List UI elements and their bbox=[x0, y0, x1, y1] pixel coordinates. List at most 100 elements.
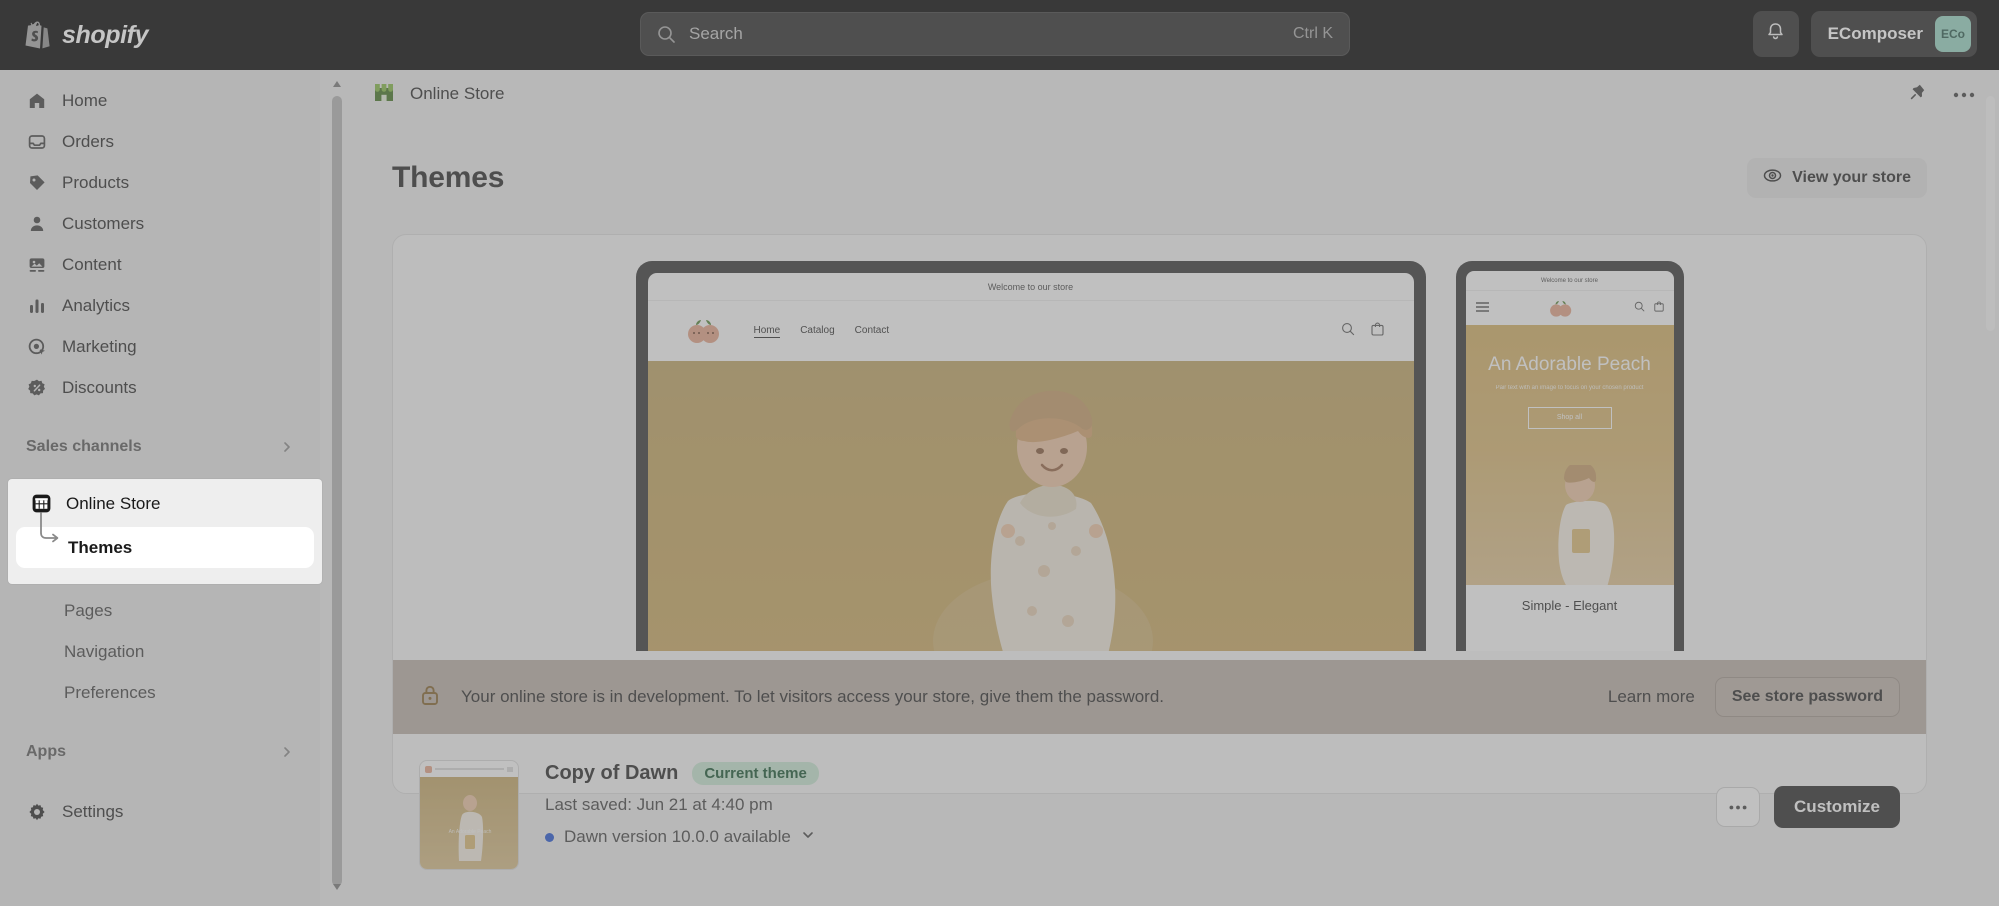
theme-row: An Adorable Peach Copy of Dawn Current t… bbox=[419, 760, 1900, 870]
sidebar-item-label: Discounts bbox=[62, 377, 137, 397]
sidebar-item-analytics[interactable]: Analytics bbox=[12, 285, 308, 326]
preview-hero-button[interactable]: Shop all bbox=[1527, 406, 1612, 429]
search-bar[interactable]: Search Ctrl K bbox=[640, 12, 1350, 56]
chevron-right-icon[interactable] bbox=[280, 745, 294, 759]
chevron-right-icon[interactable] bbox=[280, 440, 294, 454]
desktop-preview[interactable]: Welcome to our store Home Catalog Contac… bbox=[635, 261, 1426, 651]
spotlight-online-store-themes: Online Store Themes bbox=[8, 479, 322, 584]
sidebar-item-navigation[interactable]: Navigation bbox=[12, 631, 308, 672]
sidebar-section-apps[interactable]: Apps bbox=[12, 735, 308, 769]
breadcrumb-actions bbox=[1909, 70, 1975, 118]
content-scroll-area: Themes View your store Welcome to our st… bbox=[320, 158, 1999, 906]
scrollbar-thumb[interactable] bbox=[332, 96, 342, 886]
sidebar-item-orders[interactable]: Orders bbox=[12, 121, 308, 162]
bar-chart-icon bbox=[26, 295, 48, 317]
sidebar-section-label: Apps bbox=[26, 743, 66, 760]
sidebar-item-label: Orders bbox=[62, 131, 114, 151]
more-horizontal-icon[interactable] bbox=[1953, 85, 1975, 103]
sidebar-subitem-label: Themes bbox=[68, 537, 133, 557]
chevron-down-icon[interactable] bbox=[801, 827, 815, 847]
sidebar-item-themes[interactable]: Themes bbox=[16, 512, 314, 568]
sidebar-item-label: Products bbox=[62, 172, 130, 192]
scrollbar-thumb[interactable] bbox=[1986, 96, 1995, 331]
peach-logo-icon bbox=[678, 305, 730, 357]
sidebar-item-label: Settings bbox=[62, 801, 124, 821]
theme-version-notice[interactable]: Dawn version 10.0.0 available bbox=[545, 827, 1690, 847]
hamburger-icon[interactable] bbox=[1475, 299, 1489, 317]
learn-more-link[interactable]: Learn more bbox=[1608, 687, 1695, 707]
pin-icon[interactable] bbox=[1909, 83, 1927, 106]
page-title: Themes bbox=[392, 161, 505, 194]
preview-nav-link[interactable]: Home bbox=[753, 325, 781, 338]
customize-button[interactable]: Customize bbox=[1774, 786, 1900, 828]
sidebar-item-label: Online Store bbox=[66, 493, 161, 513]
theme-more-button[interactable] bbox=[1716, 787, 1761, 827]
svg-text:An Adorable Peach: An Adorable Peach bbox=[449, 829, 492, 835]
breadcrumb-label: Online Store bbox=[410, 84, 505, 103]
search-input[interactable]: Search bbox=[689, 24, 1293, 44]
top-bar: shopify Search Ctrl K EComposer ECo bbox=[0, 0, 1999, 70]
preview-mobile-icons bbox=[1634, 299, 1664, 317]
eye-icon bbox=[1763, 166, 1782, 190]
peach-logo-icon bbox=[1489, 298, 1634, 319]
person-icon bbox=[26, 213, 48, 235]
sidebar-section-sales-channels[interactable]: Sales channels bbox=[12, 430, 308, 464]
status-badge: Current theme bbox=[692, 762, 819, 785]
sidebar-item-home[interactable]: Home bbox=[12, 80, 308, 121]
sidebar-subitem-label: Navigation bbox=[64, 641, 145, 661]
app-root: shopify Search Ctrl K EComposer ECo Home… bbox=[0, 0, 1999, 906]
gear-icon bbox=[26, 801, 48, 823]
sidebar-item-discounts[interactable]: Discounts bbox=[12, 367, 308, 408]
preview-hero bbox=[647, 361, 1414, 651]
development-banner-actions: Learn more See store password bbox=[1608, 677, 1900, 717]
see-store-password-button[interactable]: See store password bbox=[1714, 677, 1900, 717]
shopify-logo[interactable]: shopify bbox=[24, 20, 148, 50]
sidebar-item-settings[interactable]: Settings bbox=[12, 791, 308, 832]
preview-nav-link[interactable]: Catalog bbox=[800, 325, 834, 338]
development-banner: Your online store is in development. To … bbox=[393, 660, 1926, 734]
preview-nav-links: Home Catalog Contact bbox=[753, 325, 889, 338]
sidebar-item-marketing[interactable]: Marketing bbox=[12, 326, 308, 367]
sidebar-item-label: Customers bbox=[62, 213, 145, 233]
user-menu-button[interactable]: EComposer ECo bbox=[1810, 11, 1977, 57]
search-icon bbox=[1341, 322, 1355, 341]
sidebar-item-content[interactable]: Content bbox=[12, 244, 308, 285]
mobile-preview[interactable]: Welcome to our store An Adorable Peach P… bbox=[1455, 261, 1684, 651]
view-your-store-button[interactable]: View your store bbox=[1747, 158, 1927, 198]
sidebar-item-products[interactable]: Products bbox=[12, 162, 308, 203]
green-store-icon bbox=[372, 80, 396, 109]
orders-inbox-icon bbox=[26, 131, 48, 153]
sidebar-item-label: Marketing bbox=[62, 336, 137, 356]
breadcrumb[interactable]: Online Store bbox=[372, 80, 505, 109]
development-banner-message: Your online store is in development. To … bbox=[461, 687, 1165, 706]
sidebar-item-preferences[interactable]: Preferences bbox=[12, 672, 308, 713]
sidebar-item-customers[interactable]: Customers bbox=[12, 203, 308, 244]
version-dot-icon bbox=[545, 832, 554, 842]
shopify-wordmark: shopify bbox=[62, 20, 149, 49]
avatar: ECo bbox=[1935, 16, 1971, 52]
preview-mobile-caption: Simple - Elegant bbox=[1521, 597, 1618, 613]
main-scrollbar-left[interactable] bbox=[332, 78, 342, 898]
sidebar-item-label: Home bbox=[62, 90, 108, 110]
theme-previews: Welcome to our store Home Catalog Contac… bbox=[419, 261, 1900, 651]
target-icon bbox=[26, 336, 48, 358]
notifications-button[interactable] bbox=[1752, 11, 1799, 57]
home-icon bbox=[26, 90, 48, 112]
user-name-label: EComposer bbox=[1827, 24, 1923, 43]
sidebar-item-label: Content bbox=[62, 254, 122, 274]
discount-badge-icon bbox=[26, 377, 48, 399]
search-shortcut-hint: Ctrl K bbox=[1293, 25, 1333, 42]
theme-info: Copy of Dawn Current theme Last saved: J… bbox=[545, 760, 1690, 847]
scroll-up-arrow-icon[interactable] bbox=[332, 78, 342, 97]
preview-announcement: Welcome to our store bbox=[647, 273, 1414, 301]
page-scrollbar-right[interactable] bbox=[1986, 78, 1995, 898]
theme-thumbnail[interactable]: An Adorable Peach bbox=[419, 760, 519, 870]
image-content-icon bbox=[26, 254, 48, 276]
scroll-down-arrow-icon[interactable] bbox=[332, 879, 342, 898]
theme-last-saved: Last saved: Jun 21 at 4:40 pm bbox=[545, 795, 773, 814]
preview-nav-link[interactable]: Contact bbox=[855, 325, 889, 338]
cart-icon bbox=[1370, 322, 1384, 341]
preview-hero-title: An Adorable Peach bbox=[1488, 354, 1651, 375]
sidebar-item-pages[interactable]: Pages bbox=[12, 590, 308, 631]
sidebar-section-label: Sales channels bbox=[26, 438, 142, 455]
